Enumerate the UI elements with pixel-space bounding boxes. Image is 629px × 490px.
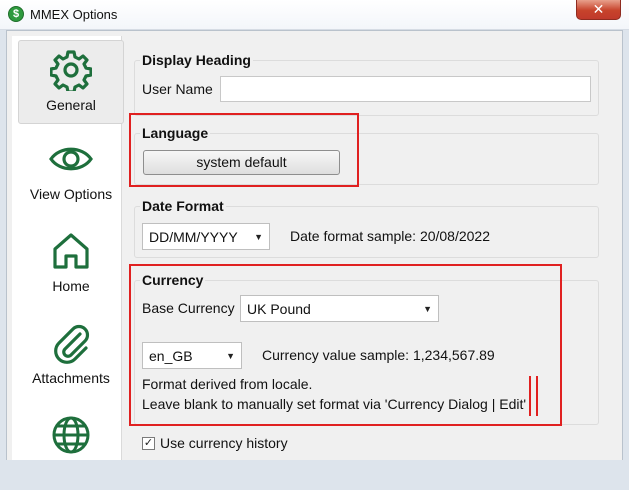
home-icon: [18, 230, 124, 272]
sidebar: General View Options Home Attachments: [12, 36, 124, 460]
annotation-mark: [529, 376, 531, 416]
eye-icon: [18, 138, 124, 180]
app-icon: $: [8, 6, 24, 22]
sidebar-item-label: General: [46, 97, 96, 113]
sidebar-item-view-options[interactable]: View Options: [18, 130, 124, 214]
sidebar-item-label: Attachments: [32, 370, 110, 386]
currency-history-checkbox[interactable]: ✓: [142, 437, 155, 450]
sidebar-item-home[interactable]: Home: [18, 222, 124, 306]
annotation-box-currency: [129, 264, 562, 426]
annotation-box-language: [129, 113, 359, 187]
sidebar-item-general[interactable]: General: [18, 40, 124, 124]
user-name-input[interactable]: [220, 76, 591, 102]
sidebar-item-attachments[interactable]: Attachments: [18, 314, 124, 398]
date-format-select[interactable]: DD/MM/YYYY ▼: [142, 223, 270, 250]
title-bar: $ MMEX Options ✕: [0, 0, 629, 30]
paperclip-icon: [18, 322, 124, 364]
user-name-label: User Name: [142, 81, 213, 97]
currency-history-label: Use currency history: [160, 435, 288, 451]
sidebar-item-label: View Options: [29, 186, 113, 202]
chevron-down-icon: ▼: [254, 232, 263, 242]
date-format-sample: Date format sample: 20/08/2022: [290, 228, 491, 244]
sidebar-item-label: Home: [52, 278, 90, 294]
date-format-title: Date Format: [140, 198, 226, 214]
sidebar-item-international[interactable]: [18, 406, 124, 490]
close-button[interactable]: ✕: [576, 0, 621, 20]
globe-icon: [18, 414, 124, 456]
date-format-value: DD/MM/YYYY: [149, 229, 238, 245]
display-heading-title: Display Heading: [140, 52, 253, 68]
annotation-mark: [536, 376, 538, 416]
gear-icon: [19, 49, 123, 91]
window-title: MMEX Options: [30, 7, 118, 22]
